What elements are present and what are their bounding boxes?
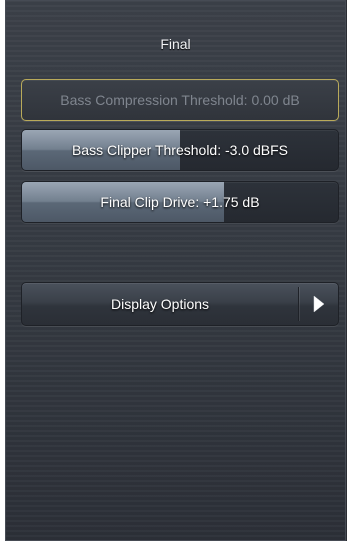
slider-label: Final Clip Drive: +1.75 dB <box>100 194 260 210</box>
bass-clipper-threshold-slider[interactable]: Bass Clipper Threshold: -3.0 dBFS <box>21 129 339 171</box>
bass-compression-threshold-slider[interactable]: Bass Compression Threshold: 0.00 dB <box>21 79 339 121</box>
display-options-label: Display Options <box>110 296 210 312</box>
slider-label: Bass Compression Threshold: 0.00 dB <box>60 92 300 108</box>
divider <box>298 287 299 321</box>
final-clip-drive-slider[interactable]: Final Clip Drive: +1.75 dB <box>21 181 339 223</box>
panel-title: Final <box>160 36 191 52</box>
slider-label: Bass Clipper Threshold: -3.0 dBFS <box>71 142 289 158</box>
chevron-right-icon[interactable] <box>300 283 338 325</box>
settings-panel: Final Bass Compression Threshold: 0.00 d… <box>5 0 347 541</box>
display-options-button[interactable]: Display Options <box>21 282 339 326</box>
